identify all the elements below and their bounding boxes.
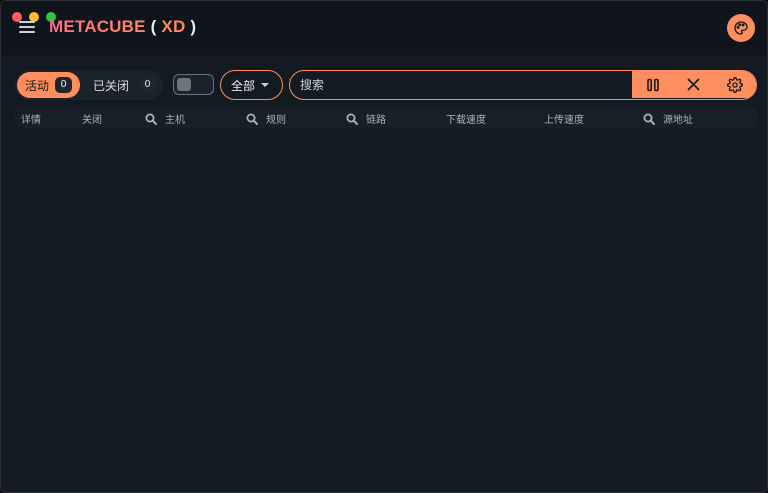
caret-down-icon [261, 83, 269, 87]
column-header-upload-speed[interactable]: 上传速度 [544, 108, 584, 129]
app-title-variant: XD [161, 17, 186, 36]
tab-closed-count: 0 [139, 77, 157, 93]
search-icon[interactable] [246, 113, 258, 125]
hamburger-menu-icon[interactable] [19, 20, 35, 34]
filter-toggle[interactable] [173, 74, 214, 95]
close-all-button[interactable] [673, 71, 714, 98]
connections-toolbar: 活动 0 已关闭 0 全部 [15, 70, 757, 100]
tab-closed[interactable]: 已关闭 0 [85, 72, 161, 98]
search-bar [289, 70, 757, 100]
connections-table-header: 详情 关闭 主机 规则 链路 下载速度 上传速度 源地址 [15, 108, 757, 129]
column-label: 关闭 [82, 115, 102, 126]
column-label: 上传速度 [544, 115, 584, 126]
app-window: METACUBE ( XD ) 活动 0 已关闭 0 全部 搜索 详情 关闭 主… [0, 0, 768, 493]
connection-state-tabs: 活动 0 已关闭 0 [15, 70, 163, 100]
app-title-close-paren: ) [190, 17, 197, 36]
palette-icon [734, 21, 748, 35]
column-label: 规则 [266, 115, 286, 126]
column-header-close[interactable]: 关闭 [82, 108, 102, 129]
column-header-download-speed[interactable]: 下载速度 [446, 108, 486, 129]
close-icon [687, 78, 700, 91]
app-title-brand: METACUBE [49, 17, 146, 36]
column-header-host[interactable]: 主机 [145, 108, 185, 129]
column-label: 主机 [165, 115, 185, 126]
tab-active-count: 0 [55, 77, 73, 93]
tab-active-label: 活动 [25, 78, 50, 93]
column-header-rule[interactable]: 规则 [246, 108, 286, 129]
filter-select[interactable]: 全部 [220, 70, 283, 100]
gear-icon [726, 76, 743, 93]
search-input[interactable] [290, 71, 632, 98]
theme-button[interactable] [727, 14, 755, 42]
toggle-knob [177, 77, 191, 91]
column-label: 详情 [21, 115, 41, 126]
column-label: 链路 [366, 115, 386, 126]
settings-button[interactable] [714, 71, 755, 98]
search-icon[interactable] [145, 113, 157, 125]
pause-icon [646, 78, 659, 91]
app-title-open-paren: ( [150, 17, 157, 36]
filter-select-value: 全部 [231, 78, 256, 93]
column-label: 下载速度 [446, 115, 486, 126]
pause-button[interactable] [632, 71, 673, 98]
tab-closed-label: 已关闭 [93, 78, 130, 93]
title-bar: METACUBE ( XD ) [1, 1, 767, 55]
column-header-details[interactable]: 详情 [21, 108, 41, 129]
app-title: METACUBE ( XD ) [49, 17, 196, 37]
tab-active[interactable]: 活动 0 [17, 72, 80, 98]
column-header-source-address[interactable]: 源地址 [643, 108, 693, 129]
column-header-chain[interactable]: 链路 [346, 108, 386, 129]
search-actions [632, 71, 756, 98]
search-icon[interactable] [643, 113, 655, 125]
search-icon[interactable] [346, 113, 358, 125]
column-label: 源地址 [663, 115, 693, 126]
